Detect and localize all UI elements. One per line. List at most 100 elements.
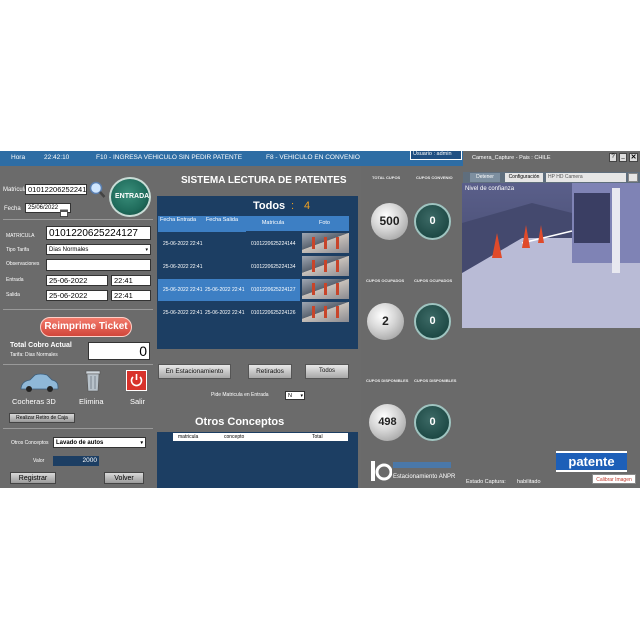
todos-separator: : [291,200,295,212]
matricula2-label: MATRICULA [6,233,35,239]
f10-hint: F10 - INGRESA VEHICULO SIN PEDIR PATENTE [96,154,243,161]
column-header[interactable]: concepto [224,434,244,440]
vehicle-photo[interactable] [302,279,349,299]
cocheras-label: Cocheras 3D [12,397,56,406]
reimprime-ticket-button[interactable]: Reimprime Ticket [40,317,132,337]
vehicle-photo[interactable] [302,302,349,322]
cell-matricula: 0101220625224134 [251,264,296,270]
matricula-label: Matricula [3,187,28,193]
entrada-date: 25-06-2022 [46,275,108,286]
tipo-tarifa-label: Tipo Tarifa [6,247,30,253]
table-row[interactable]: 25-06-2022 22:41 25-06-2022 22:41 010122… [158,302,300,324]
registrar-button[interactable]: Registrar [10,472,56,484]
minimize-icon[interactable]: _ [619,153,627,162]
cell-entrada: 25-06-2022 22:41 [163,241,203,247]
tipo-tarifa-value: Dias Normales [49,247,89,253]
column-header[interactable]: Matricula [246,216,300,231]
search-icon[interactable] [88,181,106,199]
anpr-logo-icon [370,458,393,483]
observaciones-input[interactable] [46,259,151,271]
help-icon[interactable]: ? [609,153,617,162]
detener-button[interactable]: Detener [470,173,500,182]
chevron-down-icon: ▾ [140,440,143,446]
anpr-logo-bar [393,462,451,468]
power-icon[interactable] [126,370,147,391]
reimprime-ticket-label: Reimprime Ticket [44,321,128,332]
patente-logo-text: patente [568,454,615,469]
top-bar: Hora 22:42:10 F10 - INGRESA VEHICULO SIN… [0,151,463,166]
divider [3,428,153,429]
todos-count: 4 [304,200,311,212]
divider [3,364,153,365]
pide-matricula-select[interactable]: N ▾ [285,391,305,400]
camera-select[interactable]: HP HD Camera [546,173,626,182]
salida-time: 22:41 [111,290,151,301]
column-header[interactable]: matricula [178,434,198,440]
estado-captura-label: Estado Captura: [466,479,506,485]
table-row[interactable]: 25-06-2022 22:41 0101220625224144 [158,233,300,255]
pide-matricula-value: N [288,393,292,399]
camera-view [462,183,640,328]
otros-conceptos-value: Lavado de autos [56,440,104,446]
page-title: SISTEMA LECTURA DE PATENTES [181,175,347,186]
hora-value: 22:42:10 [44,154,70,161]
otros-conceptos-label: Otros Conceptos [11,440,49,446]
nivel-confianza-label: Nivel de confianza [465,186,515,192]
en-estacionamiento-button[interactable]: En Estacionamiento [158,364,231,379]
table-row-selected[interactable]: 25-06-2022 22:41 25-06-2022 22:41 010122… [158,279,300,301]
vehicle-photo[interactable] [302,233,349,253]
valor-label: Valor [33,458,45,464]
total-cupos-value: 500 [371,203,408,240]
trash-icon[interactable] [84,368,102,392]
configuracion-button[interactable]: Configuración [505,173,543,182]
total-cobro-value: 0 [88,342,150,360]
disponibles-value: 498 [369,404,406,441]
todos-button[interactable]: Todos [305,364,349,379]
patente-logo: patente [556,451,627,472]
car-icon[interactable] [18,372,60,394]
otros-conceptos-select[interactable]: Lavado de autos ▾ [53,437,146,448]
otros-conceptos-title: Otros Conceptos [195,416,285,428]
f8-hint: F8 - VEHICULO EN CONVENIO [266,154,360,161]
divider [3,309,153,310]
table-row[interactable]: 25-06-2022 22:41 0101220625224134 [158,256,300,278]
retiro-caja-button[interactable]: Realizar Retiro de Caja [9,413,75,423]
salida-label: Salida [6,292,20,298]
chevron-down-icon: ▾ [300,393,303,399]
calibrar-imagen-button[interactable]: Calibrar Imagen [592,474,636,484]
close-icon[interactable]: ✕ [629,153,638,162]
anpr-logo-text: Estacionamiento ANPR [393,474,456,480]
observaciones-label: Observaciones [6,261,40,267]
salir-label: Salir [130,397,146,406]
cell-entrada: 25-06-2022 22:41 [163,287,203,293]
ocupados-conv-value: 0 [414,303,451,340]
estado-captura-value: habilitado [517,479,541,485]
valor-input[interactable]: 2000 [53,456,99,466]
column-header[interactable]: Foto [300,216,349,231]
column-header[interactable]: Fecha Entrada [158,216,198,232]
disponibles-label: CUPOS DISPONIBLES [366,378,409,383]
calendar-icon[interactable] [60,204,68,217]
retirados-button[interactable]: Retirados [248,364,292,379]
divider [3,219,153,220]
cell-matricula: 0101220625224127 [251,287,296,293]
camera-select-button[interactable] [628,173,638,182]
volver-button[interactable]: Volver [104,472,144,484]
hora-label: Hora [11,154,26,161]
entrada-time: 22:41 [111,275,151,286]
vehicle-photo[interactable] [302,256,349,276]
cell-entrada: 25-06-2022 22:41 [163,310,203,316]
pide-matricula-label: Pide Matricula en Entrada [211,392,269,398]
cell-salida: 25-06-2022 22:41 [205,287,245,293]
tipo-tarifa-select[interactable]: Dias Normales ▾ [46,244,151,255]
disponibles-conv-value: 0 [414,404,451,441]
column-header[interactable]: Total [312,434,323,440]
cell-entrada: 25-06-2022 22:41 [163,264,203,270]
cupos-convenio-value: 0 [414,203,451,240]
entrada-button[interactable]: ENTRADA [109,177,151,217]
column-header[interactable]: Fecha Salida [198,216,246,232]
cupos-convenio-label: CUPOS CONVENIO [416,175,453,180]
ocupados-value: 2 [367,303,404,340]
entrada-button-label: ENTRADA [115,193,150,200]
matricula-input[interactable]: 0101220625224127 [25,184,87,195]
